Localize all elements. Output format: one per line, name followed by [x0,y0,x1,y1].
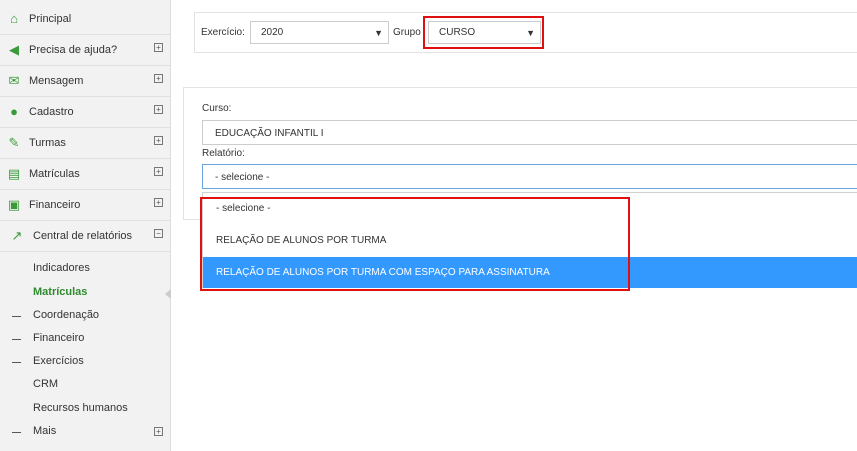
submenu-item-matriculas[interactable]: Matrículas [33,286,87,298]
grupo-highlight-box [423,16,544,49]
dash-icon [12,316,21,317]
submenu-item-financeiro[interactable]: Financeiro [33,332,84,344]
chevron-down-icon: ▼ [374,28,383,38]
exercicio-select[interactable]: 2020 ▼ [250,21,389,44]
sidebar-item-label: Principal [29,13,72,25]
sidebar-item-label: Precisa de ajuda? [29,44,118,56]
expand-toggle-icon[interactable]: + [154,167,163,176]
submenu-item-exercicios[interactable]: Exercícios [33,355,84,367]
curso-field[interactable]: EDUCAÇÃO INFANTIL I [202,120,857,145]
sidebar-item-principal[interactable]: ⌂ Principal [0,4,170,35]
sidebar-item-matriculas[interactable]: ▤ Matrículas + [0,159,170,190]
relatorio-select[interactable]: - selecione - [202,164,857,189]
money-icon: ▣ [7,197,21,212]
home-icon: ⌂ [10,11,18,26]
sidebar-item-financeiro[interactable]: ▣ Financeiro + [0,190,170,221]
submenu-item-mais[interactable]: Mais [33,425,56,437]
book-icon: ▤ [7,166,21,181]
active-pointer-icon [165,289,171,299]
submenu-item-crm[interactable]: CRM [33,378,58,390]
exercicio-value: 2020 [261,27,284,38]
expand-toggle-icon[interactable]: + [154,105,163,114]
dash-icon [12,362,21,363]
sidebar-item-mensagem[interactable]: ✉ Mensagem + [0,66,170,97]
expand-toggle-icon[interactable]: + [154,43,163,52]
expand-toggle-icon[interactable]: + [154,198,163,207]
relatorio-label: Relatório: [202,148,245,159]
grupo-label: Grupo [393,27,421,38]
sidebar-item-turmas[interactable]: ✎ Turmas + [0,128,170,159]
sidebar-item-central-de-relatorios[interactable]: ↗ Central de relatórios − [0,221,170,252]
line-chart-icon: ↗ [11,228,23,243]
collapse-toggle-icon[interactable]: − [154,229,163,238]
envelope-icon: ✉ [8,73,20,88]
sidebar-item-cadastro[interactable]: ● Cadastro + [0,97,170,128]
sidebar-item-precisa-de-ajuda[interactable]: ◀ Precisa de ajuda? + [0,35,170,66]
dash-icon [12,432,21,433]
users-icon: ● [10,104,18,119]
curso-value: EDUCAÇÃO INFANTIL I [215,128,324,139]
submenu-item-indicadores[interactable]: Indicadores [33,262,90,274]
dash-icon [12,339,21,340]
curso-label: Curso: [202,103,232,114]
expand-toggle-icon[interactable]: + [154,136,163,145]
app-window: ⌂ Principal ◀ Precisa de ajuda? + ✉ Mens… [0,0,857,451]
sidebar-item-label: Financeiro [29,199,81,211]
exercicio-label: Exercício: [201,27,245,38]
sidebar-item-label: Cadastro [29,106,74,118]
pencil-icon: ✎ [8,135,20,150]
expand-toggle-icon[interactable]: + [154,74,163,83]
sidebar: ⌂ Principal ◀ Precisa de ajuda? + ✉ Mens… [0,0,171,451]
sidebar-item-label: Central de relatórios [33,230,133,242]
expand-toggle-icon[interactable]: + [154,427,163,436]
relatorio-value: - selecione - [215,172,270,183]
megaphone-icon: ◀ [9,42,19,57]
dropdown-highlight-box [200,197,630,291]
sidebar-item-label: Turmas [29,137,66,149]
submenu-item-coordenacao[interactable]: Coordenação [33,309,99,321]
submenu-item-recursos-humanos[interactable]: Recursos humanos [33,402,128,414]
sidebar-item-label: Mensagem [29,75,84,87]
sidebar-item-label: Matrículas [29,168,80,180]
